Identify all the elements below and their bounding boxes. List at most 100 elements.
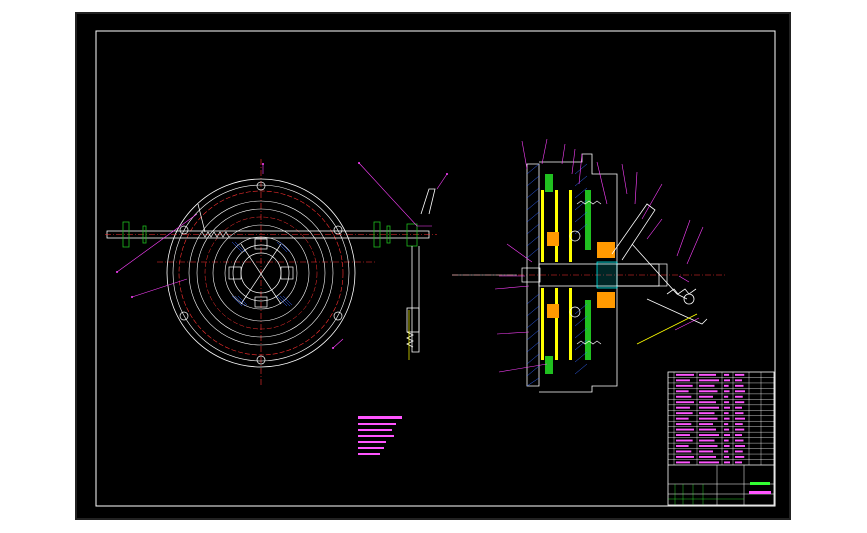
notes-line-3 (358, 435, 394, 437)
parts-list-entry (676, 417, 689, 420)
technical-notes (358, 416, 402, 455)
parts-list-entry (676, 390, 689, 393)
notes-line-4 (358, 441, 386, 443)
parts-list-entry (735, 390, 745, 393)
parts-list-entry (676, 412, 693, 415)
leader-end-2 (436, 173, 448, 190)
parts-list-entry (676, 395, 692, 398)
parts-list-entry (735, 401, 745, 404)
parts-list-entry (699, 455, 716, 458)
drawing-title-mark (750, 482, 770, 485)
parts-list-entry (724, 428, 730, 431)
fork-arm-top (420, 188, 436, 215)
notes-line-2 (358, 429, 392, 431)
release-fork-arm (406, 188, 436, 353)
parts-list-entry (724, 461, 730, 464)
parts-list-entry (724, 434, 730, 437)
notes-line-1 (358, 423, 396, 425)
parts-list-entry (676, 423, 692, 426)
disc-3-upper (569, 190, 572, 262)
disc-2-upper (555, 190, 558, 262)
parts-list-entry (735, 412, 744, 415)
release-bearing-lower (597, 292, 615, 308)
drawing-number-mark (749, 491, 771, 494)
parts-list-entry (724, 379, 730, 382)
end-view-leaders (116, 162, 448, 349)
spring-pad-upper (547, 232, 559, 246)
disc-1-upper (541, 190, 544, 262)
drawing-canvas (95, 30, 776, 507)
parts-list-entry (699, 450, 713, 453)
parts-list-entry (699, 439, 715, 442)
signature-grid (668, 484, 744, 505)
parts-list-entry (676, 373, 694, 376)
inner-frame (95, 30, 776, 507)
parts-list-entry (724, 412, 729, 415)
parts-list-entry (676, 379, 690, 382)
parts-list-entry (735, 395, 743, 398)
parts-list-entry (735, 417, 745, 420)
release-bearing-upper (597, 242, 615, 258)
parts-list-entry (676, 401, 694, 404)
parts-list-entry (724, 395, 729, 398)
parts-list-entry (699, 379, 719, 382)
section-view (452, 138, 727, 393)
parts-list-entry (676, 461, 690, 464)
parts-list-entry (676, 439, 693, 442)
leader-end-4 (131, 278, 188, 298)
spring-pad-lower (547, 304, 559, 318)
parts-list-entry (724, 423, 729, 426)
parts-list-entry (724, 390, 730, 393)
end-view-leader-dots (116, 162, 448, 349)
leader-end-6 (332, 338, 344, 349)
parts-list-entry (735, 455, 745, 458)
pressure-plates-green (545, 174, 591, 374)
parts-list-entry (735, 434, 742, 437)
parts-list-and-title-block (667, 371, 775, 506)
parts-list-entry (724, 455, 730, 458)
parts-list-entry (699, 423, 713, 426)
disc-3-lower (569, 288, 572, 360)
parts-list-entry (699, 384, 715, 387)
parts-list-entry (699, 390, 718, 393)
fork-arm-body (411, 246, 420, 353)
parts-list-entry (724, 384, 729, 387)
parts-list-entry (676, 384, 693, 387)
disc-1-lower (541, 288, 544, 360)
fork-rod (646, 298, 708, 325)
parts-list-entry (676, 406, 690, 409)
parts-list-entry (699, 461, 719, 464)
disc-2-lower (555, 288, 558, 360)
notes-heading-line (358, 416, 402, 419)
parts-list-entry (724, 373, 730, 376)
parts-list-entry (735, 379, 742, 382)
parts-list-entry (699, 434, 719, 437)
parts-list-entry (676, 434, 690, 437)
leader-end-1 (358, 162, 432, 227)
parts-list-entry (724, 445, 730, 447)
parts-list-entry (699, 428, 716, 431)
parts-list-entry (735, 428, 745, 431)
parts-list-entry (676, 455, 694, 458)
fork-return-spring (666, 288, 697, 295)
parts-list-entry (735, 406, 742, 409)
parts-list-entry (699, 401, 716, 404)
notes-line-5 (358, 447, 384, 449)
parts-list-entry (676, 428, 694, 431)
parts-list-entry (724, 439, 729, 442)
fork-pivot (683, 293, 695, 305)
parts-list-entry (735, 423, 743, 426)
parts-list-entry (699, 406, 719, 409)
lever-right (280, 266, 294, 280)
parts-list-entry (735, 450, 743, 453)
parts-list-entry (676, 450, 692, 453)
parts-list-entry (676, 445, 689, 447)
parts-list-entry (699, 412, 715, 415)
fork-hub (406, 223, 418, 247)
parts-list-entry (724, 406, 730, 409)
parts-list-entry (735, 445, 745, 447)
parts-list-entry (735, 439, 744, 442)
fork-lower-link (631, 243, 688, 300)
lever-left (228, 266, 242, 280)
parts-list-entries (676, 373, 745, 464)
